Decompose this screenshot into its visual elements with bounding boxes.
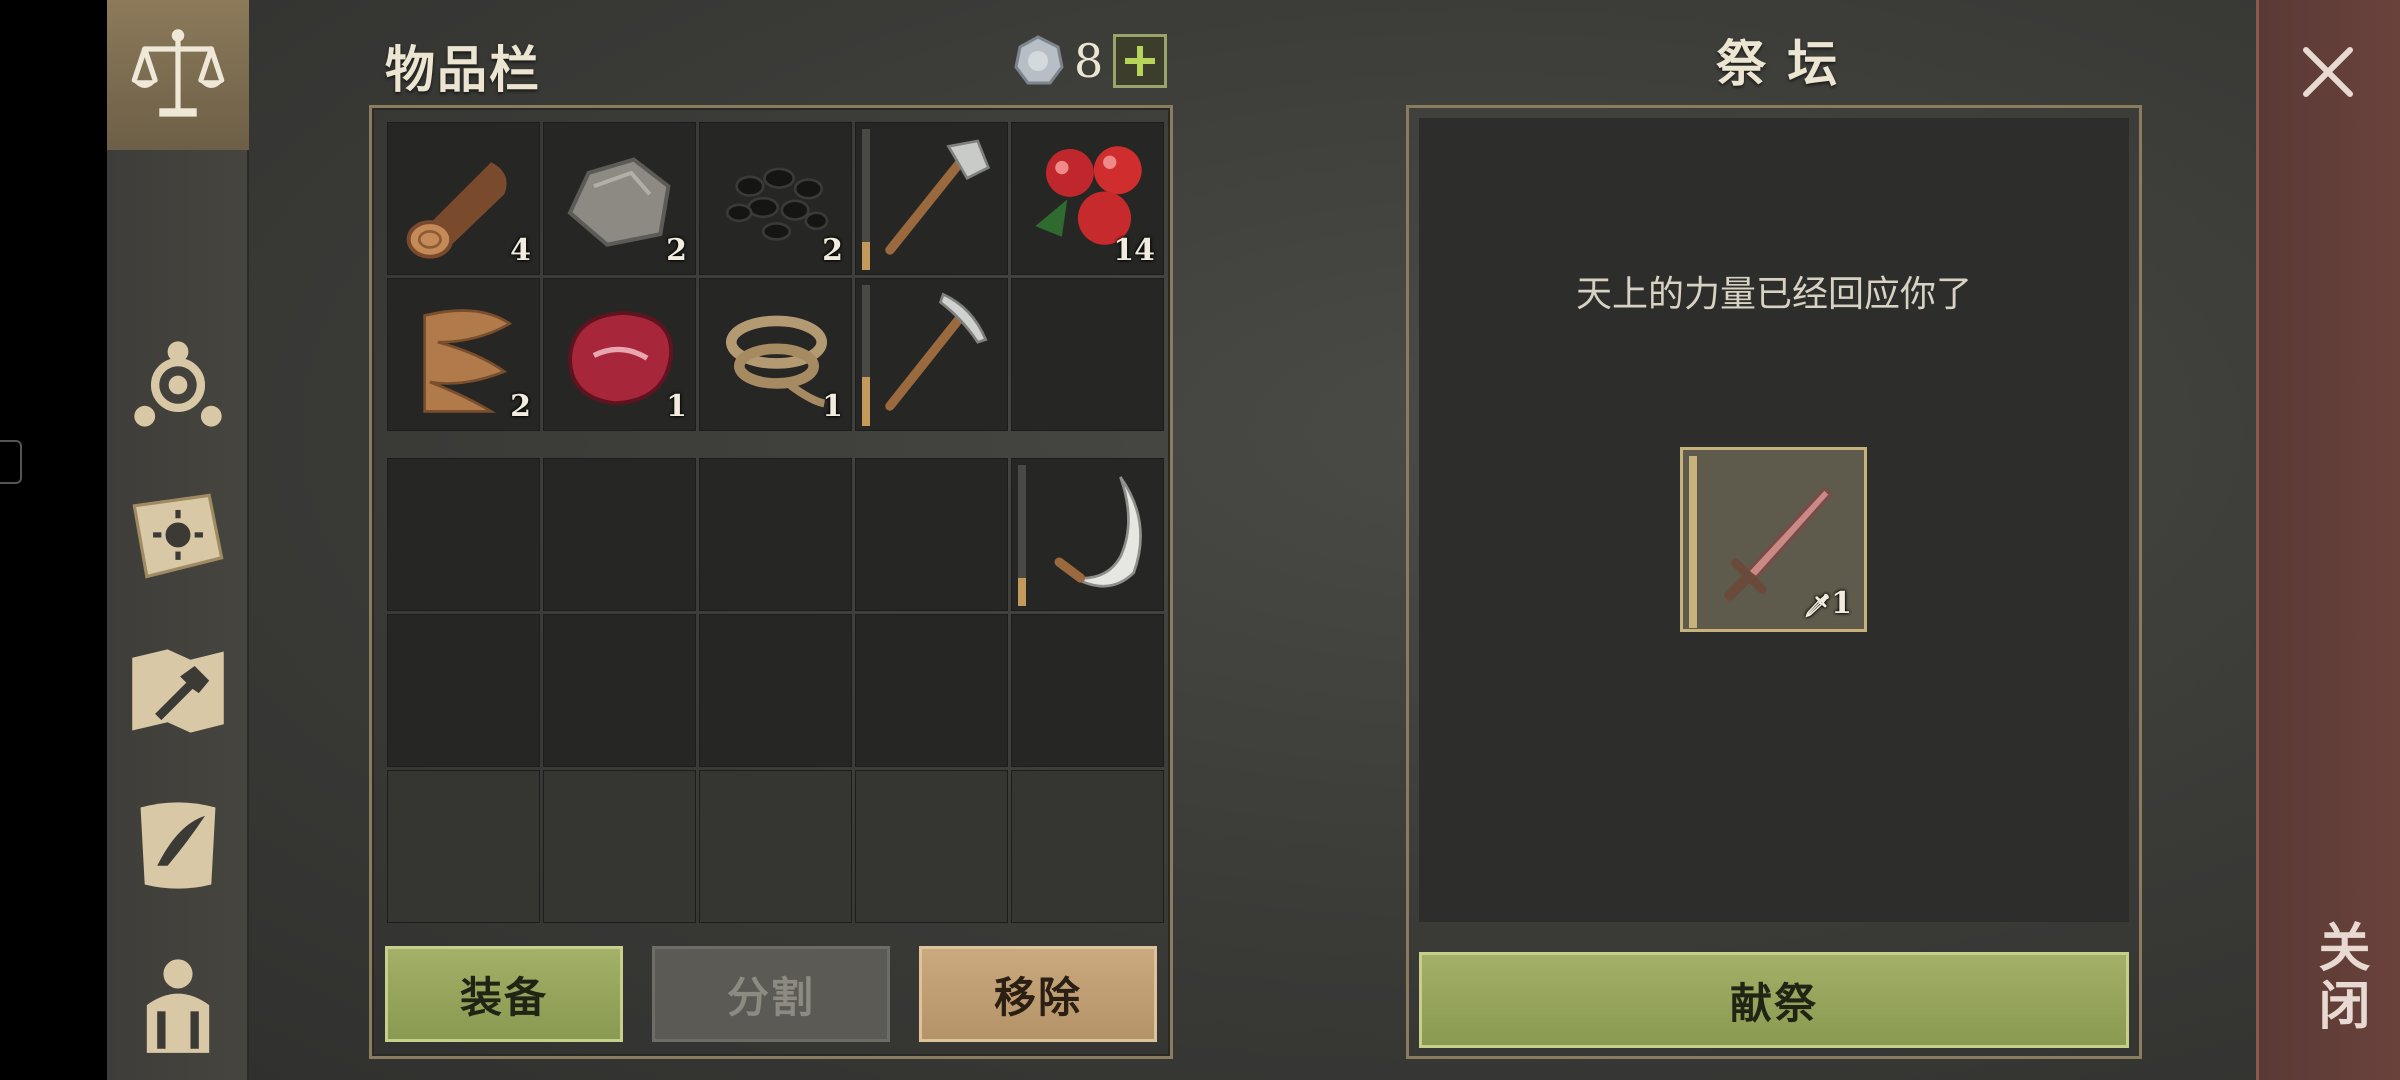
sickle-icon: [1054, 476, 1142, 588]
item-count: 2: [666, 233, 687, 268]
inventory-slot[interactable]: 1: [543, 278, 696, 431]
inventory-slot-empty[interactable]: [699, 458, 852, 611]
item-count: 🗡1: [1803, 586, 1852, 621]
equip-button[interactable]: 装备: [385, 946, 623, 1042]
item-count: 2: [822, 233, 843, 268]
close-label[interactable]: 关闭: [2302, 920, 2377, 1036]
clan-emblem-icon: [134, 341, 222, 427]
inventory-slot-empty[interactable]: [1011, 614, 1164, 767]
item-count: 1: [666, 389, 687, 424]
item-count: 1: [822, 389, 843, 424]
sidebar-tab-character[interactable]: [107, 928, 249, 1078]
inventory-slot-empty[interactable]: [387, 614, 540, 767]
sidebar-tab-quests[interactable]: [107, 770, 249, 920]
inventory-slot-locked: [387, 770, 540, 923]
inventory-slot-empty[interactable]: [699, 614, 852, 767]
device-notch: [0, 440, 22, 484]
inventory-slot-locked: [699, 770, 852, 923]
inventory-title: 物品栏: [385, 41, 541, 99]
inventory-slot-locked: [855, 770, 1008, 923]
inventory-slot[interactable]: 2: [699, 122, 852, 275]
sidebar-tab-craft[interactable]: [107, 616, 249, 766]
altar-offering-slot[interactable]: 🗡1: [1680, 447, 1867, 632]
split-button[interactable]: 分割: [652, 946, 890, 1042]
inventory-slot-empty[interactable]: [1011, 278, 1164, 431]
inventory-slot[interactable]: [855, 122, 1008, 275]
dagger-small-icon: 🗡: [1803, 593, 1832, 619]
inventory-slot[interactable]: 1: [699, 278, 852, 431]
pocket-grid: [387, 458, 1164, 923]
stone-hatchet-icon: [885, 139, 991, 255]
coin-count: 8: [1074, 34, 1104, 88]
inventory-slot[interactable]: [1011, 458, 1164, 611]
coin-display: 8: [1012, 34, 1168, 88]
crafting-hammer-icon: [132, 649, 224, 733]
durability-bar: [1689, 456, 1697, 628]
inventory-slot-locked: [1011, 770, 1164, 923]
altar-title: 祭 坛: [1716, 35, 1840, 93]
inventory-slot[interactable]: 2: [543, 122, 696, 275]
inventory-slot-empty[interactable]: [387, 458, 540, 611]
quest-scroll-icon: [140, 802, 216, 889]
altar-message: 天上的力量已经回应你了: [1575, 274, 1972, 315]
bag-grid: 4 2 2 14 2 1 1: [387, 122, 1164, 431]
sidebar-tab-clan[interactable]: [107, 310, 249, 460]
offer-button[interactable]: 献祭: [1419, 952, 2129, 1048]
item-count: 4: [510, 233, 531, 268]
backpack-character-icon: [146, 959, 210, 1053]
inventory-slot[interactable]: 4: [387, 122, 540, 275]
sidebar-tab-journal[interactable]: [107, 462, 249, 612]
sidebar-tab-trade[interactable]: [107, 0, 249, 150]
close-icon[interactable]: [2298, 42, 2358, 102]
inventory-slot[interactable]: [855, 278, 1008, 431]
scales-icon: [131, 29, 225, 117]
item-count-value: 1: [1831, 586, 1852, 621]
plus-icon: [1125, 46, 1156, 76]
silver-coin-icon: [1014, 35, 1064, 85]
inventory-slot[interactable]: 2: [387, 278, 540, 431]
stone-pickaxe-icon: [885, 292, 988, 411]
item-count: 2: [510, 389, 531, 424]
item-count: 14: [1113, 233, 1155, 268]
inventory-slot-empty[interactable]: [543, 458, 696, 611]
inventory-slot-empty[interactable]: [855, 614, 1008, 767]
add-coins-button[interactable]: [1113, 34, 1168, 88]
close-panel[interactable]: [2256, 0, 2400, 1080]
inventory-slot[interactable]: 14: [1011, 122, 1164, 275]
sidebar: [107, 0, 249, 1080]
inventory-slot-locked: [543, 770, 696, 923]
inventory-slot-empty[interactable]: [543, 614, 696, 767]
sun-book-icon: [132, 493, 224, 579]
inventory-slot-empty[interactable]: [855, 458, 1008, 611]
remove-button[interactable]: 移除: [919, 946, 1157, 1042]
